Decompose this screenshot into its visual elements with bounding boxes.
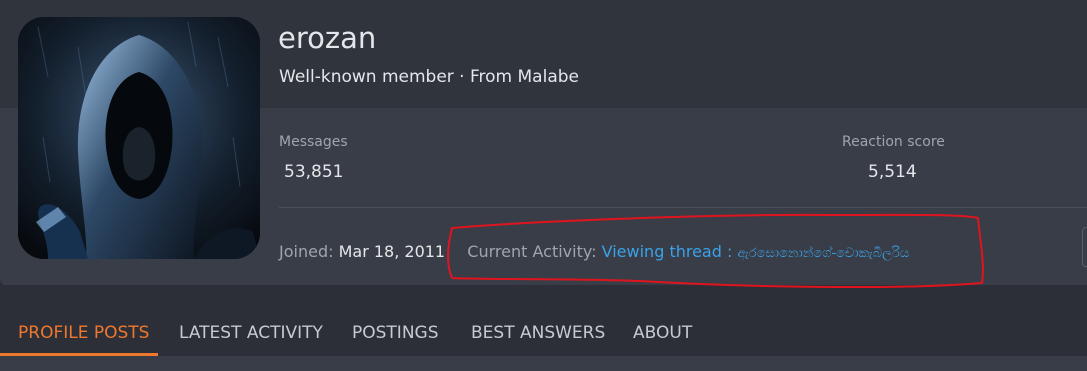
tab-best-answers[interactable]: BEST ANSWERS: [471, 310, 605, 356]
tab-about[interactable]: ABOUT: [633, 310, 692, 356]
hooded-figure-avatar-icon: [18, 17, 260, 259]
profile-meta-row: Joined: Mar 18, 2011 Current Activity: V…: [279, 241, 909, 265]
reaction-score-value[interactable]: 5,514: [868, 161, 917, 183]
current-activity-thread-title[interactable]: ඇරසොනොන්ගේ-චොකැබිලරිය: [737, 246, 909, 261]
member-subtitle: Well-known member · From Malabe: [279, 67, 579, 87]
stats-divider: [279, 207, 1087, 208]
current-activity-link[interactable]: Viewing thread :: [602, 242, 733, 261]
messages-value[interactable]: 53,851: [284, 161, 343, 183]
joined-label: Joined:: [279, 242, 334, 261]
profile-action-button[interactable]: [1082, 227, 1087, 267]
messages-label: Messages: [279, 134, 348, 150]
reaction-score-label: Reaction score: [842, 134, 945, 150]
joined-date: Mar 18, 2011: [338, 242, 446, 261]
profile-tabs: PROFILE POSTS LATEST ACTIVITY POSTINGS B…: [0, 310, 1087, 356]
avatar[interactable]: [18, 17, 260, 259]
tab-postings[interactable]: POSTINGS: [352, 310, 439, 356]
tab-content-area: [0, 356, 1087, 371]
username: erozan: [278, 21, 377, 55]
tab-latest-activity[interactable]: LATEST ACTIVITY: [179, 310, 323, 356]
profile-page: erozan Well-known member · From Malabe M…: [0, 0, 1087, 371]
tab-profile-posts[interactable]: PROFILE POSTS: [18, 310, 149, 356]
current-activity-label: Current Activity:: [467, 242, 597, 261]
